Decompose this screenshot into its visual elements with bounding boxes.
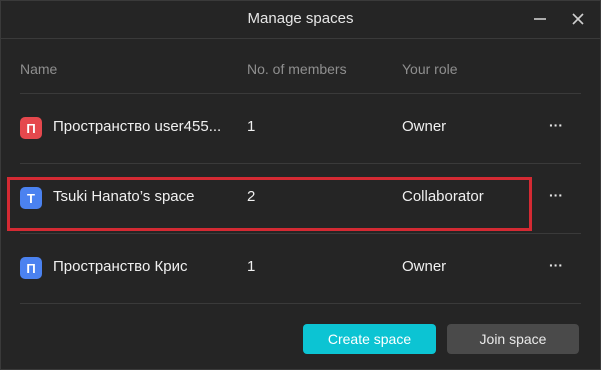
manage-spaces-dialog: Manage spaces Name No. of members Your r…: [0, 0, 601, 370]
title-bar: Manage spaces: [1, 1, 600, 39]
header-role: Your role: [402, 61, 458, 77]
header-name: Name: [20, 61, 58, 77]
space-avatar: П: [20, 117, 42, 139]
role-label: Owner: [402, 258, 447, 275]
members-count: 1: [247, 118, 256, 135]
more-options-button[interactable]: ···: [542, 255, 570, 279]
space-name: Пространство user455...: [53, 118, 222, 135]
space-name: Tsuki Hanato’s space: [53, 188, 195, 205]
more-options-button[interactable]: ···: [542, 115, 570, 139]
members-count: 1: [247, 258, 256, 275]
close-button[interactable]: [565, 7, 591, 31]
join-space-button[interactable]: Join space: [447, 324, 579, 354]
space-name: Пространство Крис: [53, 258, 188, 275]
table-row[interactable]: П Пространство Крис 1 Owner ···: [1, 233, 600, 303]
table-row[interactable]: П Пространство user455... 1 Owner ···: [1, 93, 600, 163]
role-label: Collaborator: [402, 188, 484, 205]
minimize-icon: [534, 18, 546, 20]
table-row[interactable]: T Tsuki Hanato’s space 2 Collaborator ··…: [1, 163, 600, 233]
space-avatar: П: [20, 257, 42, 279]
minimize-button[interactable]: [527, 7, 553, 31]
create-space-button[interactable]: Create space: [303, 324, 436, 354]
dialog-title: Manage spaces: [247, 10, 354, 27]
role-label: Owner: [402, 118, 447, 135]
header-members: No. of members: [247, 61, 347, 77]
close-icon: [572, 13, 584, 25]
more-options-button[interactable]: ···: [542, 185, 570, 209]
table-header: Name No. of members Your role: [1, 61, 600, 81]
members-count: 2: [247, 188, 256, 205]
space-avatar: T: [20, 187, 42, 209]
divider: [20, 303, 581, 304]
